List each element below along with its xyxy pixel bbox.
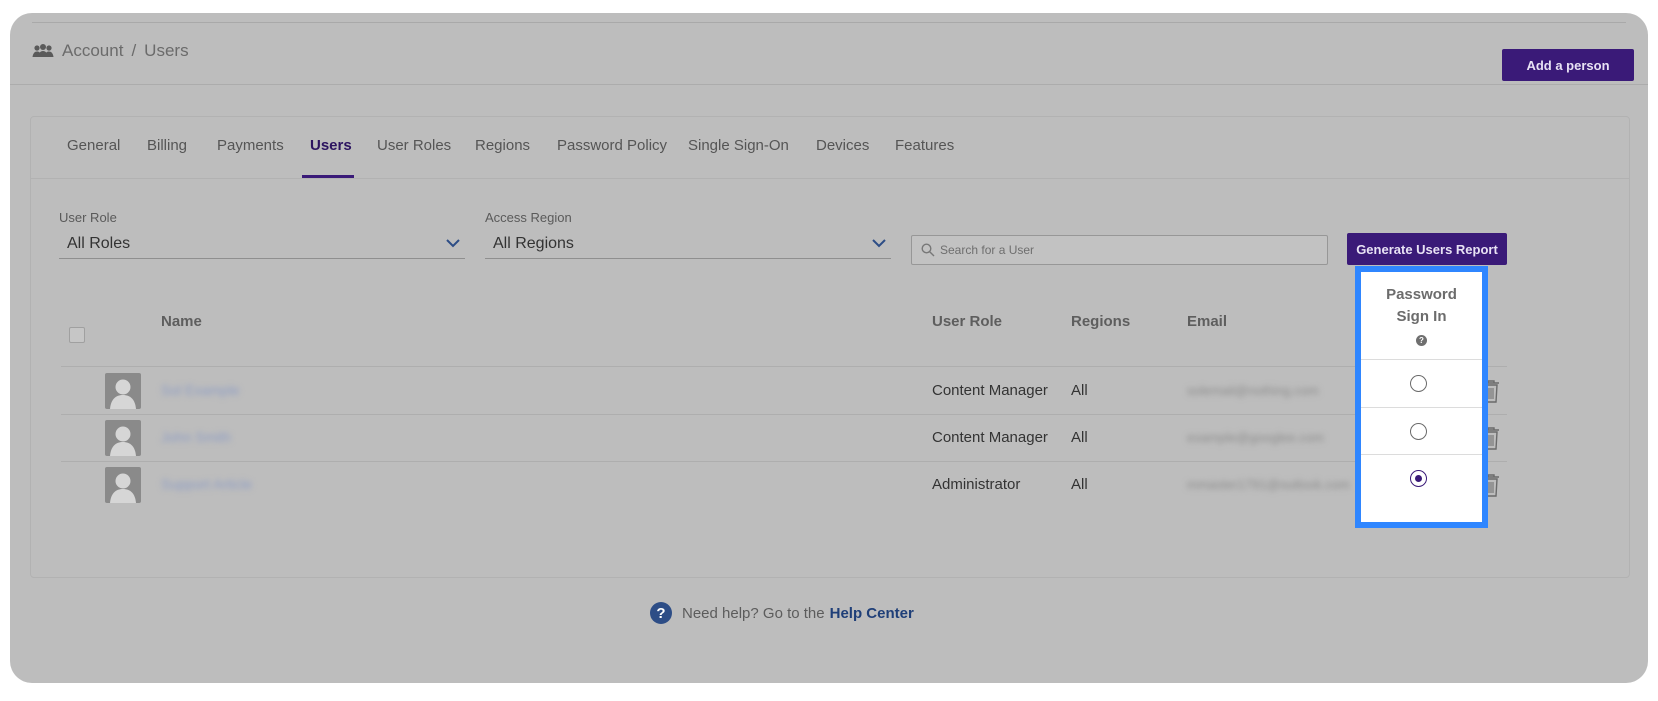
user-email-cell: example@googlee.com: [1187, 430, 1324, 445]
password-header-line1: Password: [1386, 286, 1457, 303]
user-silhouette-icon: [110, 473, 136, 503]
column-header-name[interactable]: Name: [161, 313, 202, 330]
password-sign-in-column-highlight: Password Sign In ?: [1355, 266, 1488, 528]
user-name-link[interactable]: Sol Example: [161, 382, 240, 398]
user-role-cell: Content Manager: [932, 382, 1048, 399]
password-sign-in-radio[interactable]: [1410, 375, 1427, 392]
password-sign-in-radio[interactable]: [1410, 423, 1427, 440]
avatar: [105, 373, 141, 409]
row-divider: [1361, 407, 1482, 408]
tab-billing[interactable]: Billing: [147, 137, 187, 154]
column-header-password-sign-in: Password Sign In ?: [1361, 284, 1482, 350]
access-region-select[interactable]: All Regions: [485, 227, 891, 259]
search-box: [911, 235, 1328, 265]
user-regions-cell: All: [1071, 382, 1088, 399]
access-region-value: All Regions: [493, 235, 574, 252]
row-divider: [61, 366, 1507, 367]
tab-users[interactable]: Users: [310, 137, 352, 154]
chevron-down-icon: [446, 239, 460, 248]
user-role-cell: Content Manager: [932, 429, 1048, 446]
row-divider: [1361, 359, 1482, 360]
page-header: Account / Users Add a person: [10, 23, 1648, 85]
select-all-checkbox[interactable]: [69, 327, 85, 343]
column-header-user-role[interactable]: User Role: [932, 313, 1002, 330]
avatar: [105, 467, 141, 503]
help-text: Need help? Go to the: [682, 604, 825, 622]
row-divider: [1361, 454, 1482, 455]
tab-payments[interactable]: Payments: [217, 137, 284, 154]
user-silhouette-icon: [110, 426, 136, 456]
user-silhouette-icon: [110, 379, 136, 409]
user-role-select[interactable]: All Roles: [59, 227, 465, 259]
help-circle-icon: ?: [650, 602, 672, 624]
user-regions-cell: All: [1071, 429, 1088, 446]
tab-user-roles[interactable]: User Roles: [377, 137, 451, 154]
tab-devices[interactable]: Devices: [816, 137, 869, 154]
user-name-link[interactable]: Support Article: [161, 476, 252, 492]
help-center-link[interactable]: Help Center: [830, 605, 914, 622]
avatar: [105, 420, 141, 456]
column-header-email[interactable]: Email: [1187, 313, 1227, 330]
user-email-cell: mmaster1791@outlook.com: [1187, 477, 1350, 492]
row-divider: [61, 414, 1507, 415]
tab-general[interactable]: General: [67, 137, 120, 154]
tab-features[interactable]: Features: [895, 137, 954, 154]
breadcrumb-users: Users: [144, 41, 189, 60]
user-email-cell: solemail@nothing.com: [1187, 383, 1319, 398]
search-input[interactable]: [940, 240, 1320, 260]
user-role-cell: Administrator: [932, 476, 1021, 493]
tab-password-policy[interactable]: Password Policy: [557, 137, 667, 154]
help-footer: ? Need help? Go to the Help Center: [650, 602, 914, 624]
active-tab-indicator: [302, 175, 354, 178]
user-name-link[interactable]: John Smith: [161, 429, 231, 445]
access-region-label: Access Region: [485, 210, 572, 225]
row-divider: [61, 461, 1507, 462]
search-icon: [921, 243, 935, 257]
breadcrumb-account[interactable]: Account: [62, 41, 123, 61]
tab-regions[interactable]: Regions: [475, 137, 530, 154]
user-role-label: User Role: [59, 210, 117, 225]
generate-users-report-button[interactable]: Generate Users Report: [1347, 233, 1507, 265]
user-role-value: All Roles: [67, 235, 131, 252]
breadcrumb: Account / Users: [32, 41, 189, 61]
breadcrumb-separator: /: [131, 41, 137, 60]
settings-tabs: General Billing Payments Users User Role…: [31, 117, 1629, 179]
add-person-button[interactable]: Add a person: [1502, 49, 1634, 81]
users-icon: [32, 44, 54, 57]
column-header-regions[interactable]: Regions: [1071, 313, 1130, 330]
chevron-down-icon: [872, 239, 886, 248]
app-frame: Account / Users Add a person General Bil…: [10, 13, 1648, 683]
tab-single-sign-on[interactable]: Single Sign-On: [688, 137, 789, 154]
user-regions-cell: All: [1071, 476, 1088, 493]
password-header-line2: Sign In: [1396, 308, 1447, 325]
help-question-icon[interactable]: ?: [1416, 335, 1427, 346]
password-sign-in-radio-selected[interactable]: [1410, 470, 1427, 487]
